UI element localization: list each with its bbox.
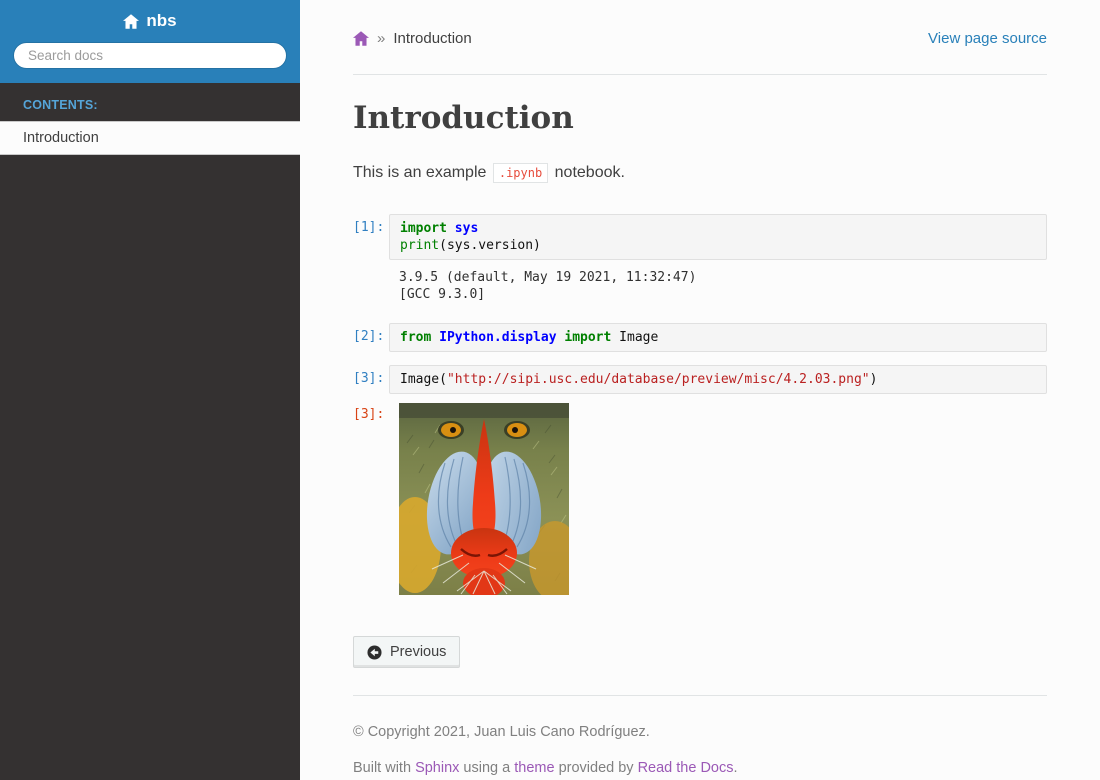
code-cell-1-input: [1]: import sys print(sys.version): [353, 214, 1047, 260]
previous-button[interactable]: Previous: [353, 636, 460, 668]
sidebar-caption: CONTENTS:: [0, 83, 300, 121]
mandrill-test-image: [399, 403, 569, 595]
cell-3-out-prompt: [3]:: [353, 401, 389, 424]
arrow-circle-left-icon: [367, 645, 382, 660]
search-input[interactable]: [13, 42, 287, 69]
cell-2-in-prompt: [2]:: [353, 323, 389, 346]
sidebar-item-introduction[interactable]: Introduction: [0, 121, 300, 155]
sidebar: nbs CONTENTS: Introduction: [0, 0, 300, 780]
built-with-text: Built with Sphinx using a theme provided…: [353, 758, 1047, 779]
intro-text-pre: This is an example: [353, 164, 491, 181]
copyright-text: © Copyright 2021, Juan Luis Cano Rodrígu…: [353, 722, 1047, 743]
home-icon: [123, 14, 139, 29]
intro-paragraph: This is an example .ipynb notebook.: [353, 161, 1047, 185]
main-content: » Introduction View page source Introduc…: [300, 0, 1100, 780]
cell-3-output-area: [389, 401, 1047, 600]
code-cell-1-output: 3.9.5 (default, May 19 2021, 11:32:47) […: [353, 267, 1047, 303]
project-home-link[interactable]: nbs: [13, 11, 287, 31]
cell-3-input-area: Image("http://sipi.usc.edu/database/prev…: [389, 365, 1047, 394]
intro-text-post: notebook.: [550, 164, 625, 181]
cell-1-output-line: [GCC 9.3.0]: [399, 286, 1037, 303]
code-cell-3-input: [3]: Image("http://sipi.usc.edu/database…: [353, 365, 1047, 394]
read-the-docs-link[interactable]: Read the Docs: [638, 760, 734, 776]
view-page-source-link[interactable]: View page source: [928, 30, 1047, 47]
cell-1-output-line: 3.9.5 (default, May 19 2021, 11:32:47): [399, 269, 1037, 286]
sphinx-link[interactable]: Sphinx: [415, 760, 459, 776]
breadcrumb-separator: »: [377, 30, 385, 47]
theme-link[interactable]: theme: [514, 760, 554, 776]
previous-button-label: Previous: [390, 644, 446, 660]
footer: © Copyright 2021, Juan Luis Cano Rodrígu…: [353, 696, 1047, 779]
cell-3-in-prompt: [3]:: [353, 365, 389, 388]
breadcrumb-current: Introduction: [393, 30, 471, 47]
cell-1-input-area: import sys print(sys.version): [389, 214, 1047, 260]
built-text: provided by: [555, 760, 638, 776]
page-title: Introduction: [353, 100, 1047, 136]
cell-2-input-area: from IPython.display import Image: [389, 323, 1047, 352]
code-cell-2-input: [2]: from IPython.display import Image: [353, 323, 1047, 352]
built-text: Built with: [353, 760, 415, 776]
inline-code-ipynb: .ipynb: [493, 163, 548, 183]
sidebar-header: nbs: [0, 0, 300, 83]
code-cell-3-output: [3]:: [353, 401, 1047, 600]
cell-1-output-area: 3.9.5 (default, May 19 2021, 11:32:47) […: [389, 267, 1047, 303]
built-text: .: [734, 760, 738, 776]
pager: Previous: [353, 636, 1047, 668]
breadcrumb-divider: [353, 74, 1047, 75]
built-text: using a: [459, 760, 514, 776]
breadcrumb: » Introduction View page source: [353, 30, 1047, 47]
breadcrumb-home-icon[interactable]: [353, 31, 369, 46]
project-title: nbs: [146, 11, 176, 31]
cell-1-in-prompt: [1]:: [353, 214, 389, 237]
